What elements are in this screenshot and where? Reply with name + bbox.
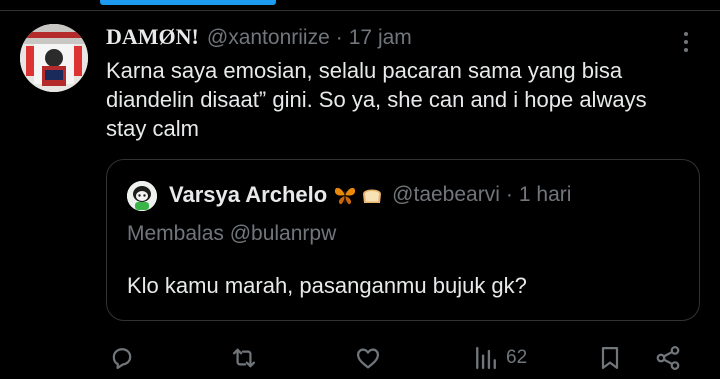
retweet-icon — [232, 348, 256, 368]
tweet-text-line: diandelin disaat” gini. So ya, she can a… — [106, 87, 647, 112]
tweet-text-line: Karna saya emosian, selalu pacaran sama … — [106, 58, 623, 83]
more-options-icon[interactable] — [676, 30, 696, 54]
share-icon — [656, 346, 680, 370]
timestamp[interactable]: 17 jam — [349, 26, 412, 50]
avatar-image — [20, 24, 88, 92]
quote-author-name[interactable]: Varsya Archelo — [169, 182, 327, 208]
bookmark-icon — [601, 346, 619, 370]
quote-avatar[interactable] — [127, 181, 157, 211]
divider — [0, 10, 720, 11]
reply-button[interactable] — [108, 340, 136, 376]
separator-dot: · — [505, 183, 513, 206]
heart-icon — [356, 348, 380, 369]
action-bar: 62 — [0, 340, 720, 376]
bookmark-button[interactable] — [596, 340, 624, 376]
quote-header: Varsya Archelo @taebearvi · 1 hari — [169, 182, 571, 208]
views-count: 62 — [506, 347, 528, 368]
views-button[interactable]: 62 — [472, 340, 527, 376]
quote-text: Klo kamu marah, pasanganmu bujuk gk? — [127, 273, 527, 298]
bread-icon — [363, 189, 382, 203]
quote-timestamp[interactable]: 1 hari — [519, 183, 572, 207]
tweet-text: Karna saya emosian, selalu pacaran sama … — [106, 56, 706, 143]
share-button[interactable] — [654, 340, 682, 376]
tweet-text-line: stay calm — [106, 116, 199, 141]
author-handle[interactable]: @xantonriize — [207, 26, 330, 50]
butterfly-icon — [335, 187, 356, 205]
retweet-button[interactable] — [230, 340, 258, 376]
like-button[interactable] — [354, 340, 382, 376]
quote-author-handle[interactable]: @taebearvi — [392, 183, 500, 207]
quoted-tweet[interactable]: Varsya Archelo @taebearvi · 1 hari Memba… — [106, 159, 700, 321]
reply-context[interactable]: Membalas @bulanrpw — [127, 222, 336, 246]
reply-icon — [112, 348, 132, 370]
quote-avatar-image — [127, 181, 157, 211]
author-name[interactable]: DAMØN! — [106, 24, 199, 50]
views-icon — [476, 346, 496, 370]
separator-dot: · — [335, 26, 343, 49]
quote-name-emojis — [333, 184, 384, 206]
active-tab-indicator — [100, 0, 276, 5]
tweet-header: DAMØN! @xantonriize · 17 jam — [106, 24, 412, 50]
avatar[interactable] — [20, 24, 88, 92]
